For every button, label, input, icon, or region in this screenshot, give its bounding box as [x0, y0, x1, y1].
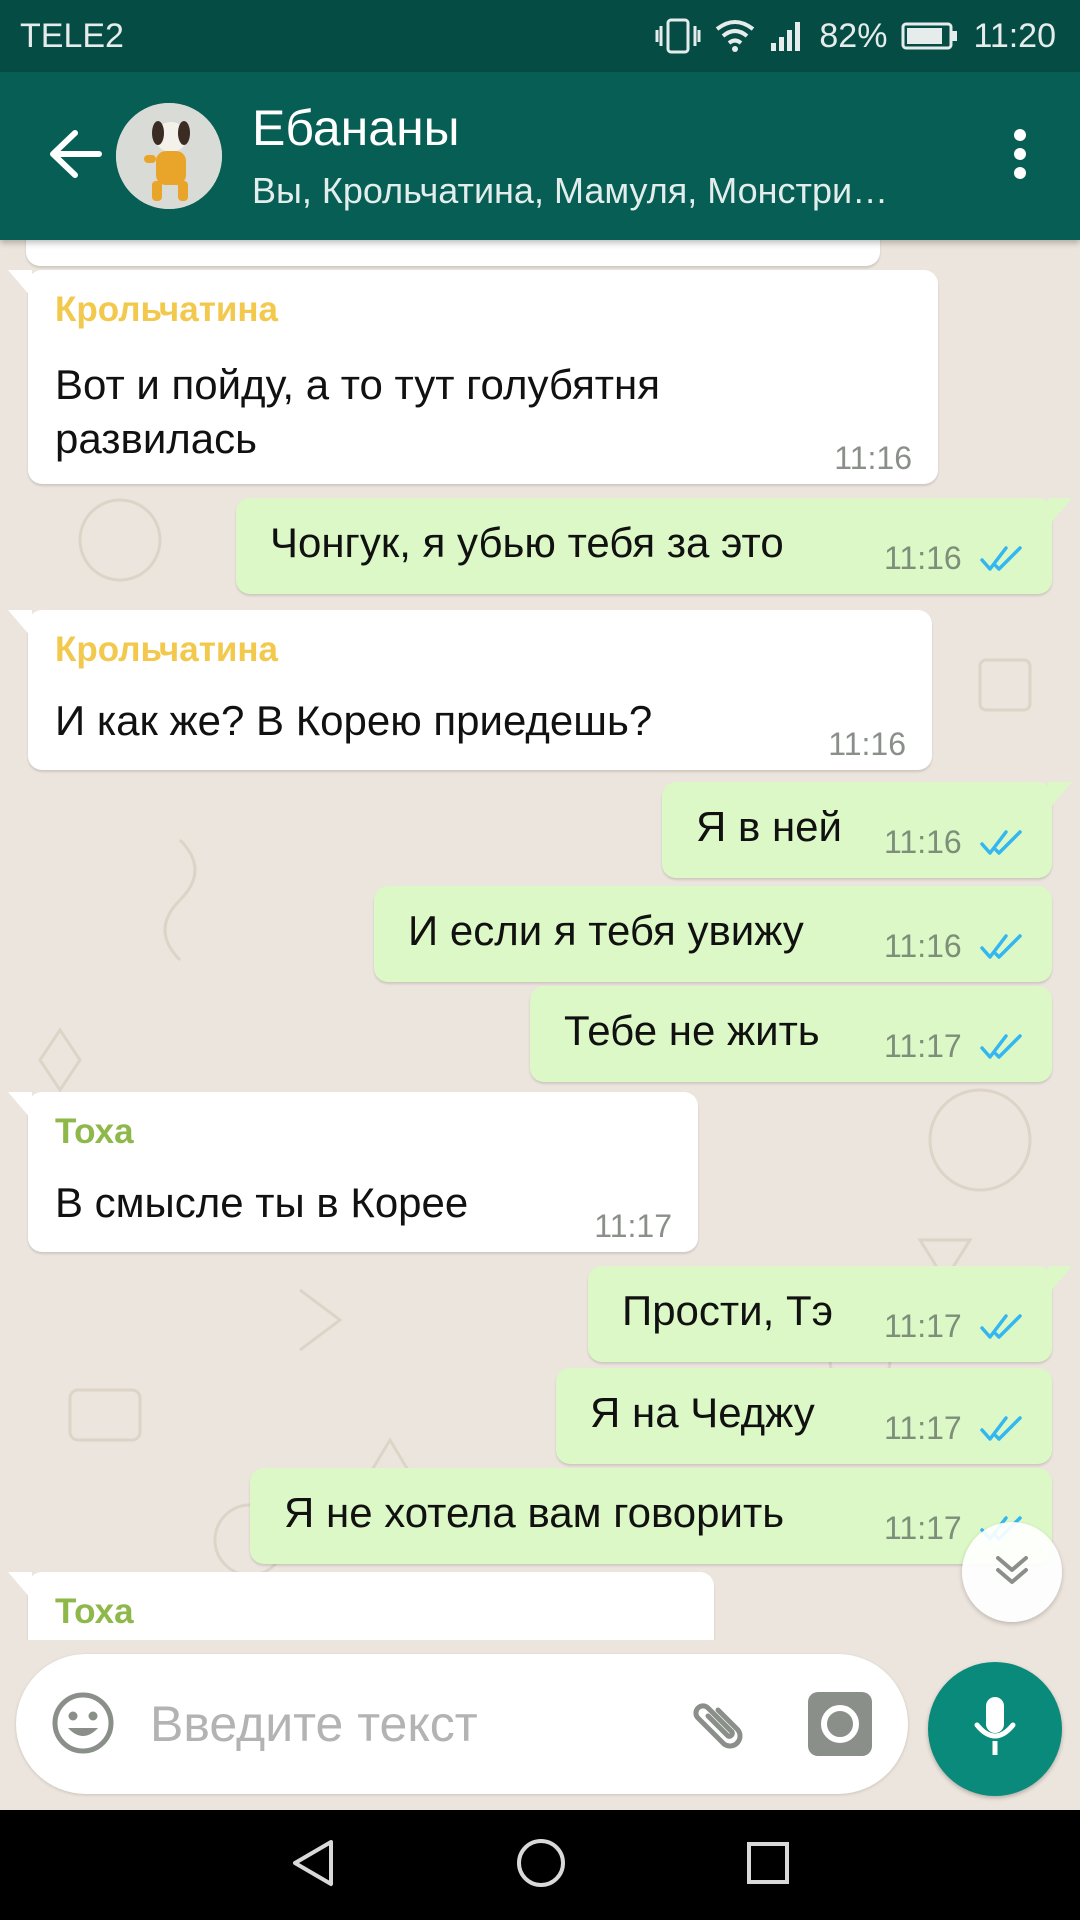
read-ticks-icon: [980, 830, 1022, 855]
read-ticks-icon: [980, 546, 1022, 571]
outgoing-message[interactable]: Тебе не жить 11:17: [530, 986, 1052, 1082]
message-text: Тебе не жить: [564, 1007, 820, 1054]
message-input[interactable]: [150, 1684, 670, 1764]
message-text: Я в ней: [696, 803, 842, 850]
message-time: 11:16: [884, 540, 962, 576]
outgoing-message[interactable]: Прости, Тэ 11:17: [588, 1266, 1072, 1362]
attach-button[interactable]: [686, 1688, 756, 1763]
bubble-tail: [1048, 1266, 1072, 1294]
outgoing-message[interactable]: Я в ней 11:16: [662, 782, 1072, 878]
scroll-to-bottom-button[interactable]: [962, 1522, 1062, 1622]
nav-back-icon: [289, 1838, 337, 1893]
message-text: И если я тебя увижу: [408, 907, 804, 954]
message-time: 11:17: [884, 1308, 962, 1344]
more-vert-icon: [1012, 128, 1028, 185]
incoming-message[interactable]: Крольчатина Вот и пойду, а то тут голубя…: [8, 270, 938, 484]
system-nav-bar: [0, 1810, 1080, 1920]
bubble-tail: [8, 1572, 32, 1600]
message-time: 11:17: [594, 1208, 672, 1244]
read-ticks-icon: [980, 934, 1022, 959]
message-time: 11:16: [884, 928, 962, 964]
message-text: Я не хотела вам говорить: [284, 1489, 785, 1536]
message-text: И как же? В Корею приедешь?: [55, 697, 653, 744]
sender-name: Крольчатина: [55, 630, 278, 669]
emoji-icon: [50, 1692, 116, 1760]
message-time: 11:16: [834, 440, 912, 476]
bubble-tail: [8, 270, 32, 298]
bubble-tail: [8, 610, 32, 638]
paperclip-icon: [686, 1703, 756, 1762]
back-button[interactable]: [20, 72, 130, 240]
read-ticks-icon: [980, 1034, 1022, 1059]
read-ticks-icon: [980, 1314, 1022, 1339]
more-options-button[interactable]: [980, 72, 1060, 240]
signal-icon: [769, 19, 805, 53]
incoming-message[interactable]: Тоха В смысле ты в Корее 11:17: [8, 1092, 698, 1252]
message-time: 11:17: [884, 1028, 962, 1064]
incoming-message[interactable]: Тоха: [8, 1572, 714, 1640]
battery-icon: [901, 21, 959, 51]
clock: 11:20: [973, 16, 1056, 55]
outgoing-message[interactable]: И если я тебя увижу 11:16: [374, 886, 1052, 982]
status-bar: TELE2 82% 11:20: [0, 0, 1080, 72]
carrier-label: TELE2: [20, 16, 124, 55]
bubble-tail: [1048, 782, 1072, 810]
incoming-message[interactable]: Крольчатина И как же? В Корею приедешь? …: [8, 610, 932, 770]
outgoing-message[interactable]: Чонгук, я убью тебя за это 11:16: [236, 498, 1072, 594]
camera-button[interactable]: [808, 1692, 872, 1761]
sender-name: Тоха: [55, 1592, 134, 1631]
double-chevron-down-icon: [992, 1550, 1032, 1595]
message-text: Прости, Тэ: [622, 1287, 834, 1334]
message-time: 11:17: [884, 1510, 962, 1546]
sender-name: Крольчатина: [55, 290, 278, 329]
chat-title-block[interactable]: Ебананы Вы, Крольчатина, Мамуля, Монстри…: [252, 96, 980, 216]
message-time: 11:16: [884, 824, 962, 860]
chat-title: Ебананы: [252, 100, 460, 156]
outgoing-message[interactable]: Я на Чеджу 11:17: [556, 1368, 1052, 1464]
nav-recents-icon: [745, 1840, 791, 1891]
outgoing-message[interactable]: Я не хотела вам говорить 11:17: [250, 1468, 1052, 1564]
camera-icon: [808, 1692, 872, 1760]
sender-name: Тоха: [55, 1112, 134, 1151]
message-text: Я на Чеджу: [590, 1389, 815, 1436]
microphone-icon: [971, 1695, 1019, 1764]
message-text: развилась: [55, 415, 258, 462]
nav-recents-button[interactable]: [745, 1840, 791, 1891]
message-text: В смысле ты в Корее: [55, 1179, 469, 1226]
nav-home-button[interactable]: [515, 1837, 567, 1894]
message-time: 11:17: [884, 1410, 962, 1446]
chat-participants: Вы, Крольчатина, Мамуля, Монстри…: [252, 170, 889, 211]
back-arrow-icon: [47, 129, 103, 184]
bubble-tail: [8, 1092, 32, 1120]
battery-percent: 82%: [819, 16, 888, 55]
nav-back-button[interactable]: [289, 1838, 337, 1893]
message-list[interactable]: Крольчатина Вот и пойду, а то тут голубя…: [0, 240, 1080, 1640]
composer: [0, 1640, 1080, 1810]
message-text: Чонгук, я убью тебя за это: [270, 519, 784, 566]
nav-home-icon: [515, 1837, 567, 1894]
emoji-button[interactable]: [50, 1690, 116, 1761]
chat-header: Ебананы Вы, Крольчатина, Мамуля, Монстри…: [0, 72, 1080, 240]
composer-box: [16, 1654, 908, 1794]
read-ticks-icon: [980, 1416, 1022, 1441]
message-time: 11:16: [828, 726, 906, 762]
wifi-icon: [715, 19, 755, 53]
vibrate-icon: [655, 16, 701, 56]
avatar[interactable]: [116, 103, 222, 209]
voice-message-button[interactable]: [928, 1662, 1062, 1796]
bubble-tail: [1048, 498, 1072, 526]
message-bubble-partial[interactable]: [26, 240, 880, 266]
message-text: Вот и пойду, а то тут голубятня: [55, 361, 660, 408]
